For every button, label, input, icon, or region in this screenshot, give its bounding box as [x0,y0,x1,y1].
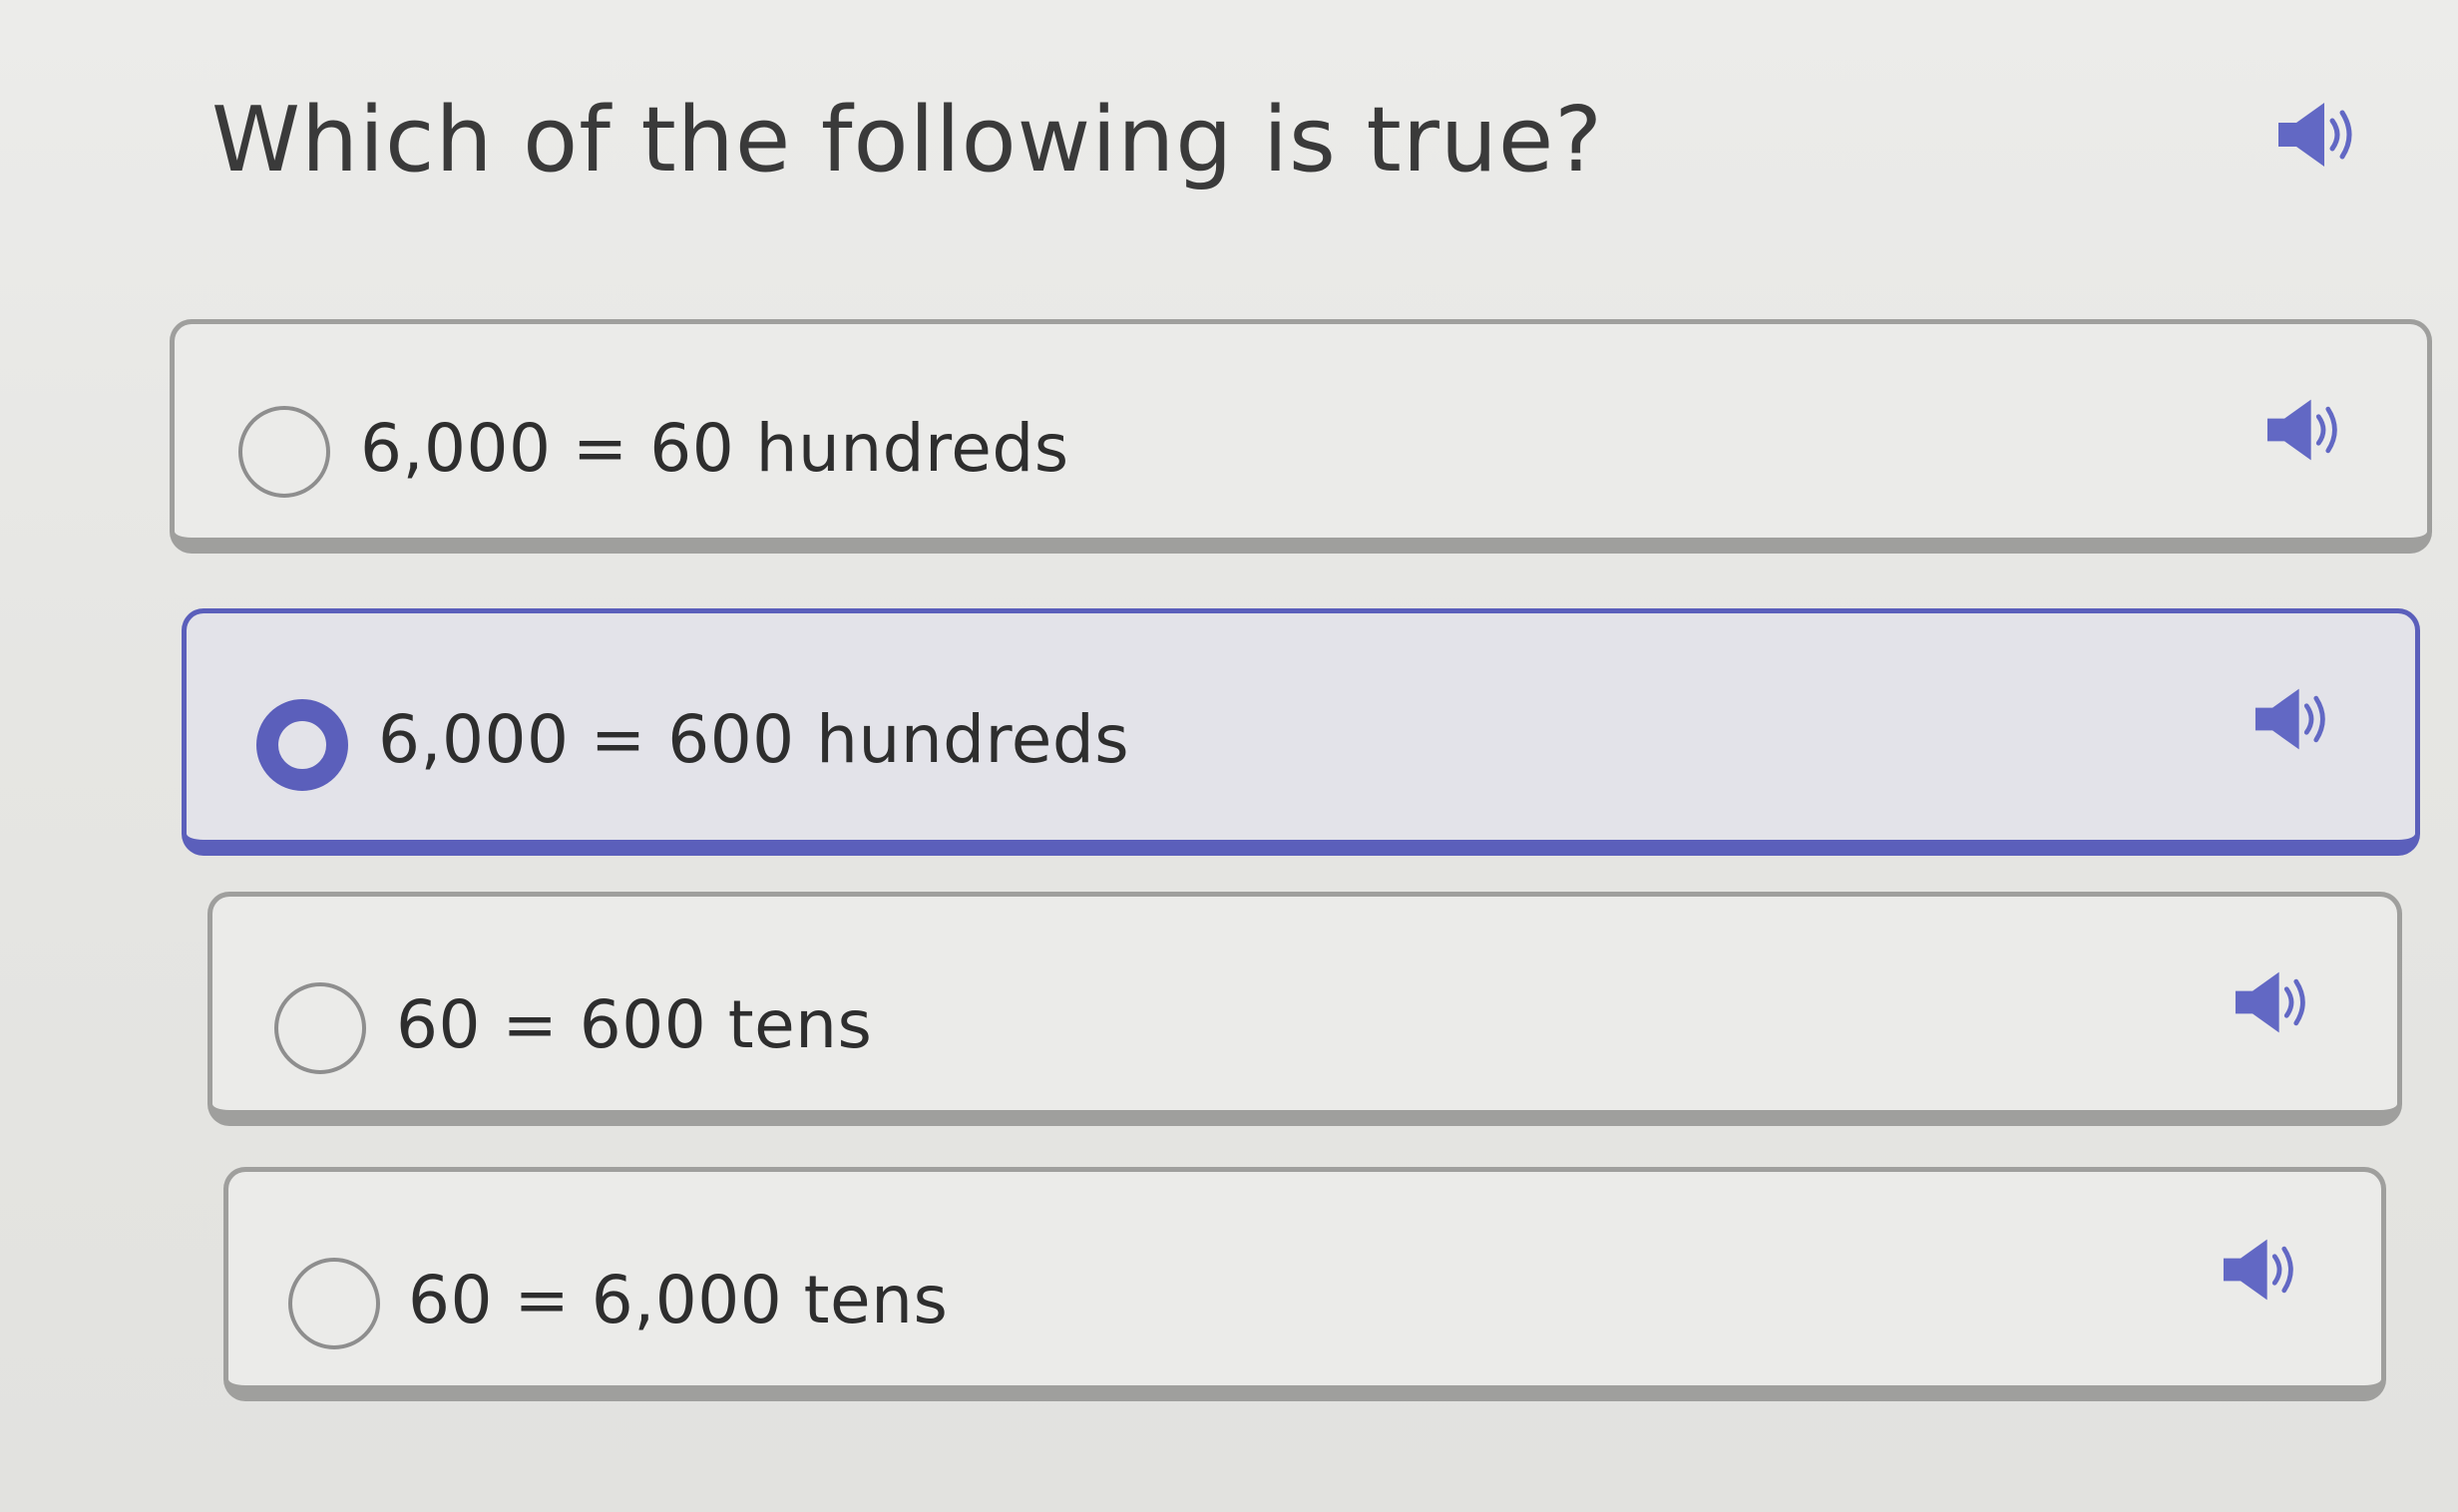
answer-label: 6,000 = 60 hundreds [360,410,1069,487]
answer-choice-4[interactable]: 60 = 6,000 tens [223,1167,2386,1401]
radio-button-selected[interactable] [256,699,348,791]
radio-button[interactable] [288,1258,380,1349]
speaker-icon[interactable] [2230,964,2315,1040]
answer-label: 60 = 600 tens [396,986,873,1063]
answer-label: 60 = 6,000 tens [408,1262,949,1338]
answer-label: 6,000 = 600 hundreds [378,701,1130,778]
answer-choice-2[interactable]: 6,000 = 600 hundreds [182,608,2420,856]
speaker-icon[interactable] [2250,681,2335,757]
speaker-icon[interactable] [2261,392,2347,468]
answer-choice-3[interactable]: 60 = 600 tens [207,892,2402,1126]
quiz-screen: Which of the following is true? 6,000 = … [0,0,2458,1512]
answer-choice-1[interactable]: 6,000 = 60 hundreds [170,319,2432,554]
question-speaker-icon[interactable] [2272,95,2362,175]
radio-button[interactable] [274,982,366,1074]
question-text: Which of the following is true? [211,88,1604,192]
radio-button[interactable] [238,406,330,498]
speaker-icon[interactable] [2218,1232,2303,1308]
